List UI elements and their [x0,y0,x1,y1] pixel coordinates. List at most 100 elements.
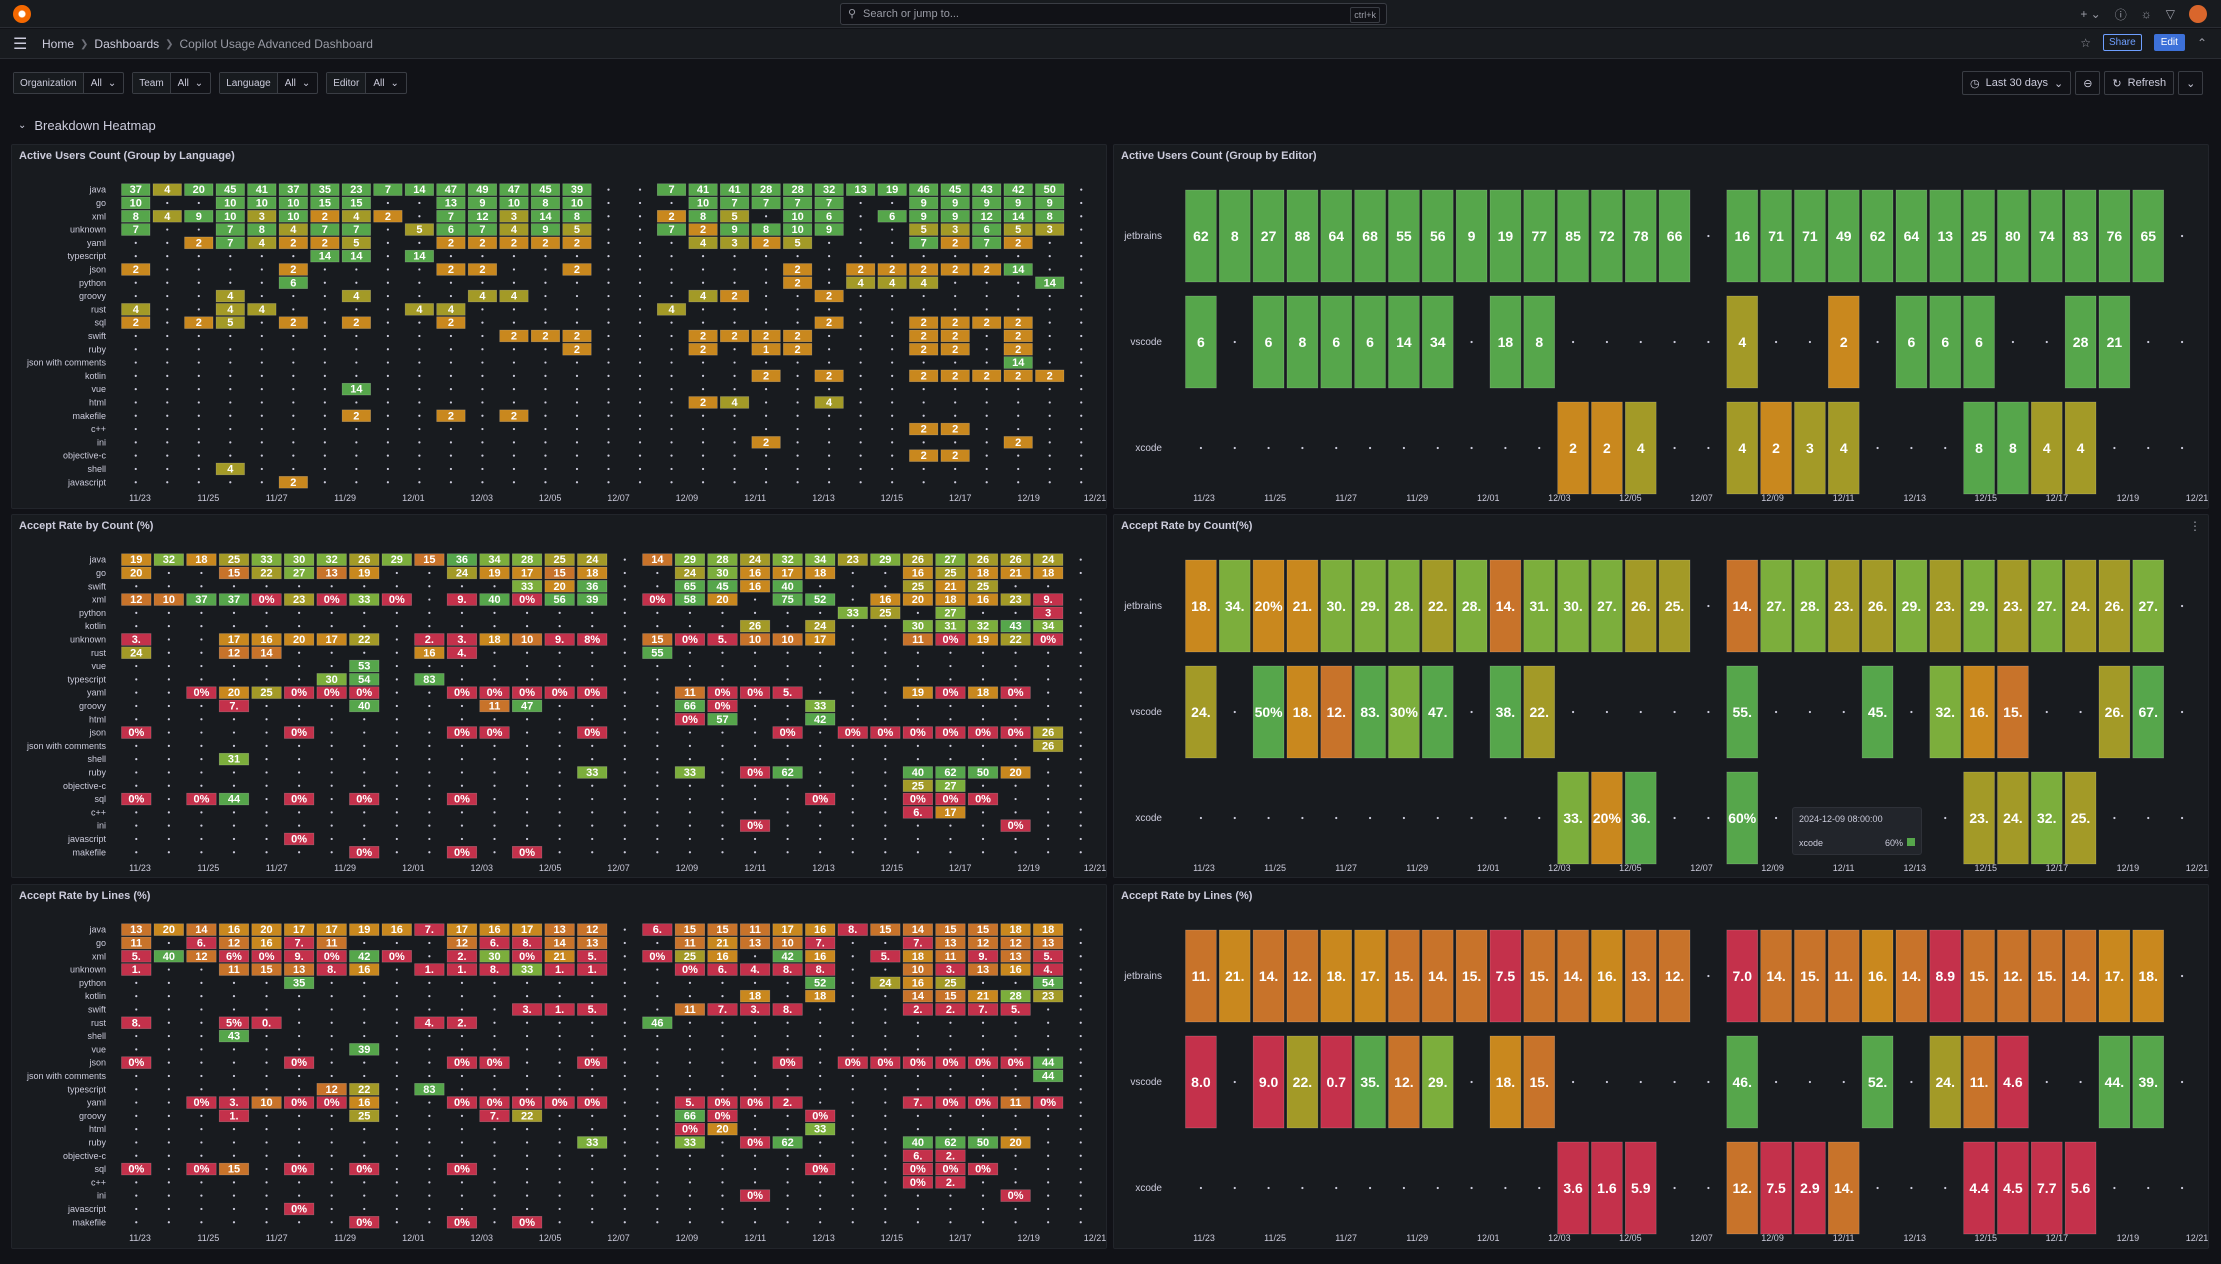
empty-cell-dot [330,1021,333,1024]
zoom-out-button[interactable]: ⊖ [2075,71,2101,95]
cell-value-label: 14 [413,251,426,263]
empty-cell-dot [200,1074,203,1078]
news-feed-icon[interactable]: ☼ [2141,7,2152,21]
empty-cell-dot [985,414,988,417]
empty-cell-dot [2180,446,2184,450]
x-axis-tick-label: 12/09 [676,863,699,873]
cell-value-label: 2 [1015,370,1021,382]
empty-cell-dot [167,1114,170,1117]
refresh-interval-button[interactable]: ⌄ [2178,71,2204,95]
help-icon[interactable]: ⓘ [2115,6,2127,23]
chevron-right-icon: ❯ [80,38,89,50]
star-icon[interactable]: ☆ [2080,36,2091,50]
empty-cell-dot [607,348,610,351]
cell-value-label: 0% [812,1164,828,1176]
empty-cell-dot [167,678,170,681]
time-range-picker[interactable]: ◷ Last 30 days ⌄ [1962,71,2072,95]
empty-cell-dot [819,784,822,787]
empty-cell-dot [200,1034,203,1038]
empty-cell-dot [1017,467,1020,471]
empty-cell-dot [1014,784,1017,787]
empty-cell-dot [753,758,757,761]
empty-cell-dot [232,678,236,681]
variable-team[interactable]: Team All ⌄ [132,72,212,94]
share-button[interactable]: Share [2103,34,2142,51]
cell-value-label: 3. [132,634,141,646]
empty-cell-dot [512,388,516,391]
cell-value-label: 15. [1462,968,1481,984]
empty-cell-dot [428,1181,431,1184]
x-axis-tick-label: 12/15 [1975,493,1998,503]
empty-cell-dot [656,585,659,588]
empty-cell-dot [135,1048,138,1051]
collapse-icon[interactable]: ⌃ [2197,36,2207,50]
breadcrumb-dashboards[interactable]: Dashboards [94,37,159,51]
variable-value: All [90,77,102,89]
empty-cell-dot [623,1021,626,1024]
empty-cell-dot [916,718,919,721]
row-label: objective-c [63,451,107,461]
cell-value-label: 3 [1045,607,1051,619]
variable-editor[interactable]: Editor All ⌄ [326,72,407,94]
empty-cell-dot [167,664,170,668]
cell-value-label: 44 [1042,1057,1055,1069]
cell-value-label: 15. [1969,968,1988,984]
x-axis-tick-label: 12/07 [607,1233,630,1243]
empty-cell-dot [1014,1154,1017,1157]
empty-cell-dot [2113,1186,2116,1190]
empty-cell-dot [884,968,887,971]
empty-cell-dot [232,1048,236,1051]
new-menu-icon[interactable]: + ⌄ [2080,7,2100,21]
avatar[interactable] [2189,5,2207,23]
search-shortcut: ctrl+k [1350,7,1380,23]
search-input[interactable]: ⚲ Search or jump to... ctrl+k [840,3,1387,25]
empty-cell-dot [638,454,642,457]
cell-value-label: 2 [732,330,738,342]
breadcrumb-home[interactable]: Home [42,37,74,51]
empty-cell-dot [916,758,919,761]
empty-cell-dot [1605,340,1609,344]
cell-value-label: 9 [1015,197,1021,209]
edit-button[interactable]: Edit [2153,34,2185,51]
section-row-header[interactable]: ⌄ Breakdown Heatmap [18,118,156,133]
cell-value-label: 32. [2037,810,2056,826]
x-axis-tick-label: 12/17 [949,493,972,503]
empty-cell-dot [949,1088,952,1091]
cell-value-label: 12 [586,924,598,936]
empty-cell-dot [851,1048,854,1051]
variable-organization[interactable]: Organization All ⌄ [13,72,125,94]
empty-cell-dot [623,704,626,708]
empty-cell-dot [167,691,170,694]
empty-cell-dot [884,678,887,681]
empty-cell-dot [135,611,138,614]
empty-cell-dot [232,1074,236,1078]
nav-bar: ☰ Home ❯ Dashboards ❯ Copilot Usage Adva… [0,29,2221,59]
empty-cell-dot [460,678,464,681]
cell-value-label: 8. [132,1017,141,1029]
empty-cell-dot [197,441,200,444]
profile-menu-icon[interactable]: ▽ [2166,7,2175,21]
refresh-button[interactable]: ↻ Refresh [2104,71,2175,95]
empty-cell-dot [493,1141,496,1144]
cell-value-label: 0% [454,794,470,806]
empty-cell-dot [1673,340,1676,344]
row-label: swift [88,1004,106,1014]
cell-value-label: 19 [488,567,500,579]
menu-icon[interactable]: ☰ [13,34,27,54]
empty-cell-dot [1707,340,1710,344]
cell-value-label: 2 [196,237,202,249]
cell-value-label: 30 [488,951,500,963]
empty-cell-dot [449,334,453,338]
x-axis-tick-label: 12/01 [1477,493,1500,503]
empty-cell-dot [753,731,757,734]
empty-cell-dot [981,664,985,668]
empty-cell-dot [166,388,169,391]
variable-language[interactable]: Language All ⌄ [219,72,319,94]
cell-value-label: 12 [228,937,240,949]
empty-cell-dot [200,1207,203,1211]
grafana-logo-icon[interactable] [13,5,31,23]
cell-value-label: 8 [542,197,548,209]
empty-cell-dot [851,1221,854,1224]
cell-value-label: 7 [763,197,769,209]
empty-cell-dot [796,255,799,258]
